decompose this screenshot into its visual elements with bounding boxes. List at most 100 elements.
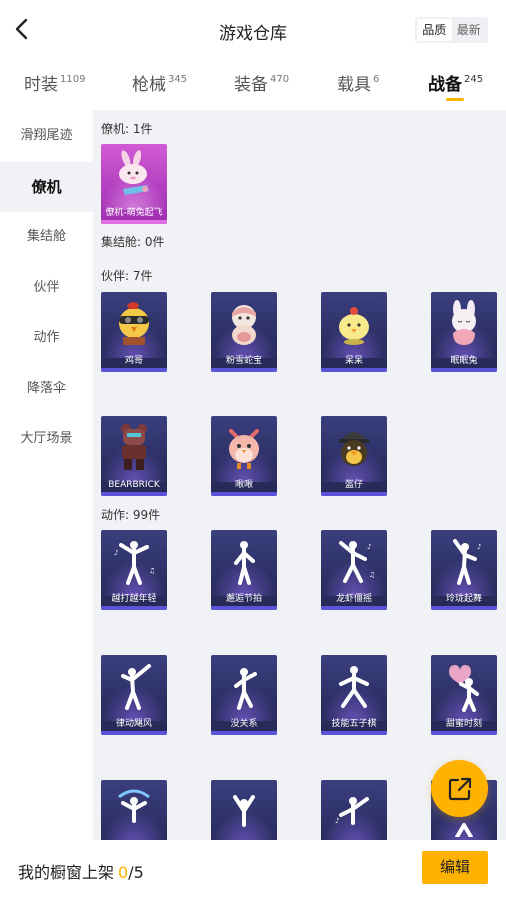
svg-text:♪: ♪ bbox=[477, 543, 481, 551]
tab-label: 装备 bbox=[234, 75, 268, 95]
tab-tactical[interactable]: 战备 245 bbox=[428, 70, 483, 95]
dance-figure-icon bbox=[234, 668, 257, 710]
item-card[interactable]: ♪ bbox=[321, 780, 387, 840]
card-label: 僚机-萌兔起飞 bbox=[105, 208, 163, 218]
item-card[interactable] bbox=[211, 780, 277, 840]
bunny-plane-icon bbox=[119, 150, 149, 195]
card-stripe bbox=[211, 492, 277, 496]
card-label: 眠眠兔 bbox=[450, 356, 478, 366]
item-card[interactable]: 甜蜜时刻 bbox=[431, 655, 497, 735]
card-stripe bbox=[321, 606, 387, 610]
item-card[interactable]: 鸡哥 bbox=[101, 292, 167, 372]
sidebar-item-pod[interactable]: 集结舱 bbox=[0, 212, 93, 262]
item-card[interactable]: 啾啾 bbox=[211, 416, 277, 496]
card-label: 龙虾僵摇 bbox=[335, 594, 372, 604]
showcase-count: 我的橱窗上架 0/5 bbox=[18, 859, 144, 883]
sleepy-bunny-icon bbox=[452, 300, 476, 345]
dance-figure-icon: ♪ bbox=[335, 797, 369, 825]
sidebar-item-partner[interactable]: 伙伴 bbox=[0, 263, 93, 313]
card-stripe bbox=[431, 606, 497, 610]
edit-button[interactable]: 编辑 bbox=[422, 851, 488, 884]
share-external-icon bbox=[448, 777, 471, 800]
card-stripe bbox=[101, 492, 167, 496]
sort-quality-button[interactable]: 品质 bbox=[417, 19, 452, 41]
header: 游戏仓库 品质 最新 bbox=[0, 0, 506, 60]
card-label: 啾啾 bbox=[234, 480, 253, 490]
sidebar-item-wingman[interactable]: 僚机 bbox=[0, 162, 93, 212]
share-button[interactable] bbox=[431, 760, 488, 817]
item-card[interactable]: 没关系 bbox=[211, 655, 277, 735]
item-card[interactable]: 技能五子棋 bbox=[321, 655, 387, 735]
section-title-wingman: 僚机: 1件 bbox=[101, 122, 153, 136]
item-card[interactable]: 粉雪蛇宝 bbox=[211, 292, 277, 372]
card-label: 没关系 bbox=[230, 719, 258, 729]
card-stripe bbox=[211, 368, 277, 372]
sidebar-item-emote[interactable]: 动作 bbox=[0, 313, 93, 363]
tab-vehicles[interactable]: 载具 6 bbox=[337, 70, 379, 95]
card-label: 技能五子棋 bbox=[331, 719, 377, 729]
dance-figure-icon: ♪ bbox=[453, 539, 481, 585]
sort-newest-button[interactable]: 最新 bbox=[452, 19, 487, 41]
item-card[interactable]: 僚机-萌兔起飞 bbox=[101, 144, 167, 224]
item-card[interactable]: 呆呆 bbox=[321, 292, 387, 372]
category-tabs: 时装 1109 枪械 345 装备 470 载具 6 战备 245 bbox=[0, 62, 506, 108]
item-card[interactable]: BEARBRICK bbox=[101, 416, 167, 496]
card-stripe bbox=[211, 606, 277, 610]
showcase-max: /5 bbox=[128, 863, 144, 882]
item-card[interactable]: 盔仔 bbox=[321, 416, 387, 496]
heart-dance-icon bbox=[449, 665, 479, 712]
tab-count: 345 bbox=[168, 74, 188, 85]
card-stripe bbox=[321, 731, 387, 735]
item-card[interactable]: ♪ ♫ 龙虾僵摇 bbox=[321, 530, 387, 610]
svg-text:♫: ♫ bbox=[369, 571, 375, 579]
card-label: 越打越年轻 bbox=[111, 594, 157, 604]
svg-text:♪: ♪ bbox=[335, 817, 339, 825]
tab-label: 战备 bbox=[428, 75, 462, 95]
card-stripe bbox=[101, 731, 167, 735]
card-stripe bbox=[101, 606, 167, 610]
bearbrick-icon bbox=[121, 424, 147, 470]
card-stripe bbox=[101, 220, 167, 224]
card-label: 鸡哥 bbox=[124, 356, 143, 366]
tab-count: 245 bbox=[464, 74, 484, 85]
card-label: 邂逅节拍 bbox=[225, 594, 262, 604]
dance-figure-icon: ♪♫ bbox=[114, 541, 155, 585]
chick-icon bbox=[339, 307, 369, 345]
dance-figure-icon bbox=[339, 666, 369, 708]
tab-count: 6 bbox=[373, 74, 380, 85]
card-stripe bbox=[321, 492, 387, 496]
card-label: 粉雪蛇宝 bbox=[225, 356, 262, 366]
item-card[interactable]: ♪ ♫ 越打越年轻 bbox=[101, 530, 167, 610]
dance-figure-icon bbox=[233, 795, 255, 827]
item-card[interactable]: 律动飓风 bbox=[101, 655, 167, 735]
card-stripe bbox=[431, 731, 497, 735]
sidebar-item-glide-trail[interactable]: 滑翔尾迹 bbox=[0, 111, 93, 161]
tab-label: 枪械 bbox=[132, 75, 166, 95]
tab-fashion[interactable]: 时装 1109 bbox=[24, 70, 85, 95]
snow-snake-icon bbox=[232, 305, 256, 345]
dance-figure-icon bbox=[234, 541, 255, 585]
section-title-emote: 动作: 99件 bbox=[101, 508, 161, 522]
chick-pilot-icon bbox=[119, 302, 149, 345]
tab-equipment[interactable]: 装备 470 bbox=[234, 70, 289, 95]
item-grid: 僚机: 1件 僚机-萌兔起飞 集结舱: 0件 伙伴: 7件 鸡哥 粉雪蛇宝 呆呆… bbox=[93, 110, 506, 840]
item-card[interactable]: 邂逅节拍 bbox=[211, 530, 277, 610]
tab-weapons[interactable]: 枪械 345 bbox=[132, 70, 187, 95]
bottom-bar: 我的橱窗上架 0/5 编辑 bbox=[0, 840, 506, 897]
card-label: 律动飓风 bbox=[115, 719, 152, 729]
card-stripe bbox=[321, 368, 387, 372]
card-label: 呆呆 bbox=[344, 356, 363, 366]
card-stripe bbox=[431, 368, 497, 372]
card-label: BEARBRICK bbox=[108, 480, 160, 490]
dance-figure-icon bbox=[121, 664, 151, 710]
dance-figure-icon: ♪♫ bbox=[339, 541, 375, 583]
svg-text:♪: ♪ bbox=[367, 543, 371, 551]
item-card[interactable] bbox=[101, 780, 167, 840]
tab-count: 1109 bbox=[60, 74, 86, 85]
item-card[interactable]: 眠眠兔 bbox=[431, 292, 497, 372]
tab-label: 时装 bbox=[24, 75, 58, 95]
svg-text:♫: ♫ bbox=[149, 567, 155, 575]
sidebar-item-parachute[interactable]: 降落伞 bbox=[0, 364, 93, 414]
sidebar-item-lobby-scene[interactable]: 大厅场景 bbox=[0, 414, 93, 464]
item-card[interactable]: ♪ 玲珑起舞 bbox=[431, 530, 497, 610]
